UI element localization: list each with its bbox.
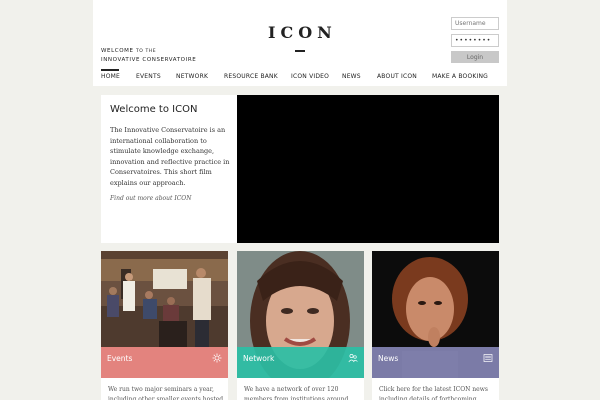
network-band[interactable]: Network bbox=[237, 347, 364, 378]
tagline-main: INNOVATIVE CONSERVATOIRE bbox=[101, 57, 197, 63]
welcome-title: Welcome to ICON bbox=[110, 104, 198, 115]
site-tagline: WELCOME TO THE INNOVATIVE CONSERVATOIRE bbox=[101, 47, 196, 64]
nav-item-icon-video[interactable]: ICON VIDEO bbox=[291, 73, 329, 80]
newspaper-icon bbox=[483, 354, 493, 362]
site-logo[interactable]: ICON bbox=[268, 23, 334, 42]
sun-icon bbox=[212, 353, 222, 363]
tagline-small: TO THE bbox=[135, 49, 157, 54]
tagline-prefix: WELCOME bbox=[101, 48, 134, 54]
site-header: WELCOME TO THE INNOVATIVE CONSERVATOIRE … bbox=[93, 0, 507, 86]
main-nav: HOME EVENTS NETWORK RESOURCE BANK ICON V… bbox=[93, 69, 507, 86]
nav-item-make-a-booking[interactable]: MAKE A BOOKING bbox=[432, 73, 488, 80]
login-form: Login bbox=[451, 17, 499, 63]
events-card[interactable]: Events We run two major seminars a year,… bbox=[101, 251, 228, 400]
welcome-body: The Innovative Conservatoire is an inter… bbox=[110, 126, 230, 187]
nav-item-resource-bank[interactable]: RESOURCE BANK bbox=[224, 73, 278, 80]
users-icon bbox=[348, 354, 358, 363]
nav-item-home[interactable]: HOME bbox=[101, 69, 120, 80]
nav-item-events[interactable]: EVENTS bbox=[136, 73, 161, 80]
network-label: Network bbox=[243, 354, 275, 363]
events-label: Events bbox=[107, 354, 133, 363]
events-band[interactable]: Events bbox=[101, 347, 228, 378]
logo-underline bbox=[295, 50, 305, 52]
nav-item-news[interactable]: NEWS bbox=[342, 73, 361, 80]
find-out-more-link[interactable]: Find out more about ICON bbox=[110, 195, 191, 202]
news-card[interactable]: News Click here for the latest ICON news… bbox=[372, 251, 499, 400]
events-description: We run two major seminars a year, includ… bbox=[108, 386, 224, 400]
welcome-panel: Welcome to ICON The Innovative Conservat… bbox=[101, 95, 237, 243]
video-player[interactable] bbox=[237, 95, 499, 243]
username-input[interactable] bbox=[451, 17, 499, 30]
news-description: Click here for the latest ICON news incl… bbox=[379, 386, 488, 400]
news-label: News bbox=[378, 354, 399, 363]
nav-item-network[interactable]: NETWORK bbox=[176, 73, 208, 80]
network-description: We have a network of over 120 members fr… bbox=[244, 386, 349, 400]
nav-item-about-icon[interactable]: ABOUT ICON bbox=[377, 73, 417, 80]
news-band[interactable]: News bbox=[372, 347, 499, 378]
login-button[interactable]: Login bbox=[451, 51, 499, 63]
network-card[interactable]: Network We have a network of over 120 me… bbox=[237, 251, 364, 400]
page-container: WELCOME TO THE INNOVATIVE CONSERVATOIRE … bbox=[93, 0, 507, 400]
password-input[interactable] bbox=[451, 34, 499, 47]
